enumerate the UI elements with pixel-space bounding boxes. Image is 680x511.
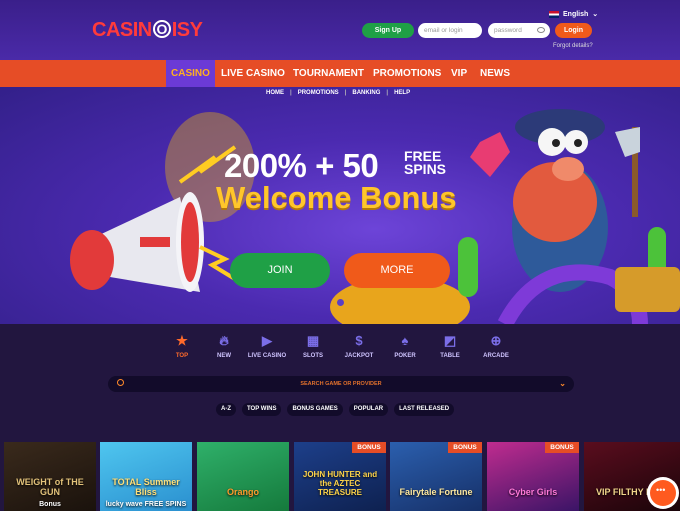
search-input[interactable]: SEARCH GAME OR PROVIDER ⌄ bbox=[108, 376, 574, 392]
play-icon: ▶ bbox=[262, 333, 272, 348]
carousel-dot[interactable] bbox=[337, 299, 344, 306]
language-selector[interactable]: English ⌄ bbox=[549, 10, 598, 18]
welcome-bonus-title: Welcome Bonus bbox=[216, 180, 457, 215]
nav-promotions[interactable]: PROMOTIONS bbox=[373, 60, 441, 87]
password-field[interactable]: password bbox=[488, 23, 550, 38]
chevron-down-icon: ⌄ bbox=[592, 11, 599, 18]
join-button[interactable]: JOIN bbox=[230, 253, 330, 288]
gamepad-icon: ⊕ bbox=[490, 333, 502, 348]
filter-bonus-games[interactable]: BONUS GAMES bbox=[287, 403, 343, 416]
game-tile[interactable]: BONUS Fairytale Fortune bbox=[390, 442, 482, 511]
category-live-casino[interactable]: ▶ LIVE CASINO bbox=[242, 333, 292, 359]
casinoisy-logo[interactable]: CASIN O ISY bbox=[92, 19, 203, 42]
eye-icon[interactable] bbox=[537, 27, 545, 33]
megaphone-icon bbox=[70, 192, 204, 292]
forgot-details-link[interactable]: Forgot details? bbox=[553, 43, 593, 49]
filter-popular[interactable]: POPULAR bbox=[348, 403, 389, 416]
subnav-promotions[interactable]: PROMOTIONS bbox=[298, 90, 339, 96]
bonus-badge: BONUS bbox=[352, 442, 386, 453]
category-jackpot[interactable]: $ JACKPOT bbox=[334, 333, 384, 359]
bonus-badge: BONUS bbox=[448, 442, 482, 453]
hero-banner: HOME | PROMOTIONS | BANKING | HELP 200% + 5… bbox=[0, 87, 680, 324]
dollar-icon: $ bbox=[355, 333, 363, 348]
subnav-home[interactable]: HOME bbox=[266, 90, 284, 96]
main-nav: CASINO LIVE CASINO TOURNAMENT PROMOTIONS… bbox=[0, 60, 680, 87]
filter-top-wins[interactable]: TOP WINS bbox=[242, 403, 282, 416]
bonus-badge: BONUS bbox=[545, 442, 579, 453]
search-icon bbox=[117, 379, 124, 386]
category-slots[interactable]: ▦ SLOTS bbox=[288, 333, 338, 359]
more-button[interactable]: MORE bbox=[344, 253, 450, 288]
game-tile[interactable]: TOTAL Summer Bliss lucky wave FREE SPINS bbox=[100, 442, 192, 511]
nav-tournament[interactable]: TOURNAMENT bbox=[293, 60, 364, 87]
uk-flag-icon bbox=[549, 10, 559, 18]
treasure-chest-icon bbox=[615, 267, 680, 312]
nav-vip[interactable]: VIP bbox=[451, 60, 467, 87]
login-button[interactable]: Login bbox=[555, 23, 592, 38]
pirate-character bbox=[512, 109, 608, 292]
filter-bar: A-Z TOP WINS BONUS GAMES POPULAR LAST RE… bbox=[216, 403, 455, 416]
table-icon: ◩ bbox=[443, 333, 457, 348]
cactus-icon bbox=[458, 237, 478, 297]
filter-a-z[interactable]: A-Z bbox=[216, 403, 236, 416]
game-tile[interactable]: BONUS Cyber Girls bbox=[487, 442, 579, 511]
subnav-help[interactable]: HELP bbox=[394, 90, 410, 96]
chat-icon[interactable] bbox=[650, 480, 676, 506]
nav-news[interactable]: NEWS bbox=[480, 60, 510, 87]
category-arcade[interactable]: ⊕ ARCADE bbox=[471, 333, 521, 359]
game-tile[interactable]: BONUS JOHN HUNTER and the AZTEC TREASURE bbox=[294, 442, 386, 511]
signup-button[interactable]: Sign Up bbox=[362, 23, 414, 38]
chevron-down-icon[interactable]: ⌄ bbox=[559, 376, 566, 392]
sub-navigation: HOME | PROMOTIONS | BANKING | HELP bbox=[266, 90, 411, 96]
category-poker[interactable]: ♠ POKER bbox=[380, 333, 430, 359]
free-spins-label: FREE SPINS bbox=[404, 148, 447, 177]
filter-last-released[interactable]: LAST RELEASED bbox=[394, 403, 455, 416]
nav-live-casino[interactable]: LIVE CASINO bbox=[221, 60, 285, 87]
subnav-banking[interactable]: BANKING bbox=[352, 90, 380, 96]
email-field[interactable]: email or login bbox=[418, 23, 482, 38]
game-tile[interactable]: Orango bbox=[197, 442, 289, 511]
site-header: CASIN O ISY English ⌄ Sign Up email or log… bbox=[0, 0, 680, 60]
slot-machine-icon: ▦ bbox=[306, 333, 320, 348]
game-tile[interactable]: WEIGHT of THE GUN Bonus bbox=[4, 442, 96, 511]
gem-icon bbox=[470, 132, 510, 177]
category-table[interactable]: ◩ TABLE bbox=[425, 333, 475, 359]
nav-casino[interactable]: CASINO bbox=[166, 60, 215, 87]
spade-icon: ♠ bbox=[401, 333, 409, 348]
shovel-icon bbox=[615, 127, 640, 157]
